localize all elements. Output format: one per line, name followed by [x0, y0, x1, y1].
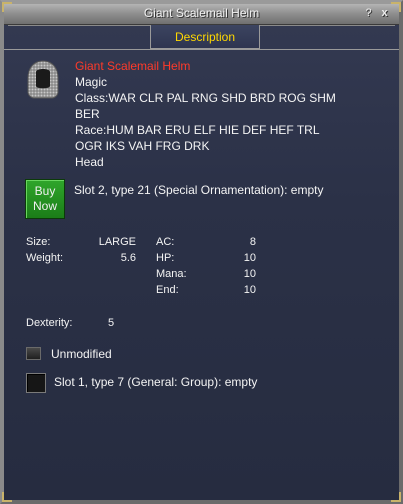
augment-slot-text: Slot 1, type 7 (General: Group): empty — [54, 375, 258, 389]
stat-label-ac: AC: — [156, 236, 175, 248]
title-bar[interactable]: Giant Scalemail Helm ? x — [4, 4, 399, 25]
item-classes-cont: BER — [75, 107, 100, 121]
stat-value-dexterity: 5 — [108, 317, 115, 329]
stat-value-hp: 10 — [243, 252, 256, 264]
buy-now-label: Buy — [34, 184, 56, 198]
tab-divider — [4, 49, 399, 50]
help-button[interactable]: ? — [362, 7, 375, 20]
frame-corner — [391, 492, 401, 502]
stat-value-size: LARGE — [98, 236, 136, 248]
stat-label-end: End: — [156, 284, 179, 296]
helm-icon[interactable] — [22, 58, 64, 100]
stat-label-weight: Weight: — [26, 252, 64, 264]
stat-label-hp: HP: — [156, 252, 175, 264]
stat-value-weight: 5.6 — [120, 252, 136, 264]
tab-description[interactable]: Description — [150, 25, 260, 49]
frame-corner — [2, 492, 12, 502]
stat-label-mana: Mana: — [156, 268, 187, 280]
item-races-cont: OGR IKS VAH FRG DRK — [75, 139, 210, 153]
augment-slot[interactable] — [26, 373, 46, 393]
ornament-slot-text: Slot 2, type 21 (Special Ornamentation):… — [74, 183, 324, 197]
buy-now-label: Now — [32, 199, 57, 213]
item-races: Race:HUM BAR ERU ELF HIE DEF HEF TRL — [75, 123, 320, 137]
item-name: Giant Scalemail Helm — [75, 59, 191, 73]
item-slot: Head — [75, 155, 104, 169]
item-type: Magic — [75, 75, 108, 89]
unmodified-label: Unmodified — [51, 347, 112, 361]
item-classes: Class:WAR CLR PAL RNG SHD BRD ROG SHM — [75, 91, 336, 105]
stat-value-end: 10 — [243, 284, 256, 296]
close-button[interactable]: x — [378, 7, 391, 20]
stat-value-mana: 10 — [243, 268, 256, 280]
stat-label-dexterity: Dexterity: — [26, 317, 73, 329]
window-title: Giant Scalemail Helm — [143, 6, 260, 20]
buy-now-button[interactable]: Buy Now — [25, 179, 65, 219]
stat-label-size: Size: — [26, 236, 51, 248]
unmodified-checkbox[interactable] — [26, 347, 41, 360]
stat-value-ac: 8 — [249, 236, 256, 248]
